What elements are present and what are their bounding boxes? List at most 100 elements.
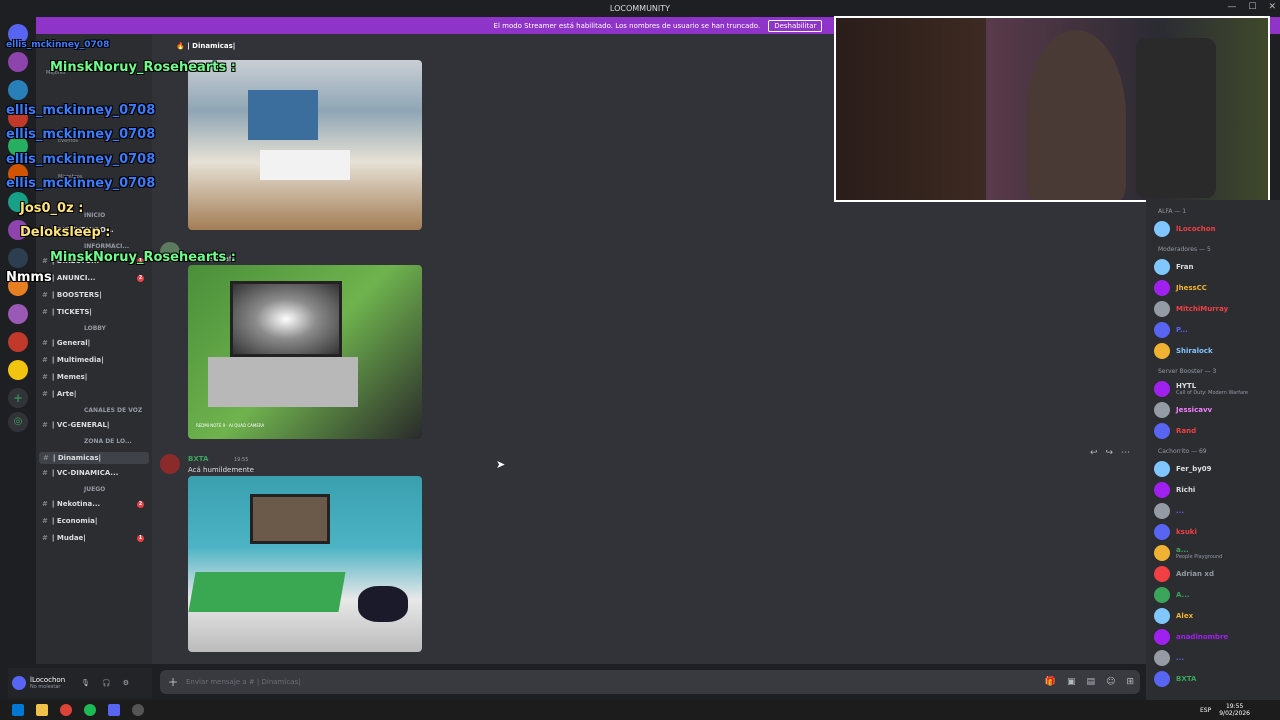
channel-item[interactable]: # | TICKETS| xyxy=(42,308,92,316)
channel-item[interactable]: # | Nekotina... 2 xyxy=(42,500,144,508)
add-attachment-icon[interactable]: + xyxy=(168,675,178,689)
member-item[interactable]: Rand xyxy=(1154,423,1196,439)
attachment-image-room[interactable] xyxy=(188,60,422,230)
sticker-icon[interactable]: ▤ xyxy=(1087,677,1096,687)
member-item[interactable]: Shiralock xyxy=(1154,343,1213,359)
channel-item[interactable]: # | Economia| xyxy=(42,517,97,525)
channel-item[interactable]: # | VC-DINAMICA... xyxy=(42,469,118,477)
discord-icon[interactable] xyxy=(108,704,120,716)
channel-category[interactable]: INFORMACI... xyxy=(84,243,129,250)
tray-time[interactable]: 19:55 xyxy=(1219,703,1250,710)
headphones-icon[interactable]: 🎧 xyxy=(102,679,111,687)
mic-icon[interactable]: 🎙 xyxy=(81,679,90,687)
file-explorer-icon[interactable] xyxy=(36,704,48,716)
attachment-image-setup[interactable] xyxy=(188,476,422,652)
hash-icon: # xyxy=(42,390,48,398)
member-item[interactable]: P... xyxy=(1154,322,1188,338)
member-item[interactable]: ksuki xyxy=(1154,524,1197,540)
channel-label: | VC-GENERAL| xyxy=(51,421,110,429)
obs-icon[interactable] xyxy=(132,704,144,716)
channel-item[interactable]: # | Multimedia| xyxy=(42,356,104,364)
server-icon[interactable] xyxy=(8,304,28,324)
member-item[interactable]: a... People Playground xyxy=(1154,545,1222,561)
member-item[interactable]: HYTL Call of Duty: Modern Warfare xyxy=(1154,381,1248,397)
member-item[interactable]: Alex xyxy=(1154,608,1193,624)
tray-date[interactable]: 9/02/2026 xyxy=(1219,710,1250,717)
hash-icon: # xyxy=(42,469,48,477)
avatar xyxy=(1154,343,1170,359)
add-server-icon[interactable]: + xyxy=(8,388,28,408)
chrome-icon[interactable] xyxy=(60,704,72,716)
channel-item[interactable]: # | VC-GENERAL| xyxy=(42,421,109,429)
avatar[interactable] xyxy=(160,454,180,474)
member-item[interactable]: ... xyxy=(1154,650,1184,666)
channel-category[interactable]: JUEGO xyxy=(84,486,105,493)
overlay-chat-user: ellis_mckinney_0708 xyxy=(6,103,156,118)
start-icon[interactable] xyxy=(12,704,24,716)
gift-icon[interactable]: 🎁 xyxy=(1045,677,1056,687)
channel-item[interactable]: # | General| xyxy=(42,339,90,347)
tray-lang[interactable]: ESP xyxy=(1200,707,1211,714)
explore-icon[interactable]: ◎ xyxy=(8,412,28,432)
member-item[interactable]: JhessCC xyxy=(1154,280,1207,296)
server-icon[interactable] xyxy=(8,360,28,380)
member-category: Server Booster — 3 xyxy=(1158,368,1217,375)
forward-icon[interactable]: ↪ xyxy=(1106,448,1114,458)
overlay-chat-user: ellis_mckinney_0708 xyxy=(6,40,110,50)
gif-icon[interactable]: ▣ xyxy=(1067,677,1076,687)
attachment-image-laptop[interactable]: REDMI NOTE 9 · AI QUAD CAMERA xyxy=(188,265,422,439)
member-item[interactable]: Fran xyxy=(1154,259,1194,275)
disable-streamer-button[interactable]: Deshabilitar xyxy=(768,19,823,32)
member-name: Jessicavv xyxy=(1176,406,1213,414)
member-item[interactable]: lLocochon xyxy=(1154,221,1216,237)
message-composer[interactable]: + Enviar mensaje a # | Dinamicas| 🎁 ▣ ▤ … xyxy=(160,670,1140,694)
minimize-icon[interactable]: — xyxy=(1227,2,1236,12)
channel-item[interactable]: # | Mudae| 1 xyxy=(42,534,144,542)
hash-icon: # xyxy=(42,373,48,381)
hash-icon: # xyxy=(42,534,48,542)
channel-item[interactable]: # | Dinamicas| xyxy=(39,452,149,464)
hash-icon: # xyxy=(42,257,48,265)
hash-icon: # xyxy=(42,500,48,508)
member-item[interactable]: A... xyxy=(1154,587,1190,603)
channel-label: | BOOSTERS| xyxy=(51,291,102,299)
emoji-icon[interactable]: ☺ xyxy=(1106,677,1115,687)
member-name: Rand xyxy=(1176,427,1197,435)
avatar xyxy=(1154,381,1170,397)
member-item[interactable]: BXTA xyxy=(1154,671,1196,687)
avatar xyxy=(1154,259,1170,275)
hash-icon: # xyxy=(42,356,48,364)
channel-category[interactable]: ZONA DE LO... xyxy=(84,438,132,445)
reply-icon[interactable]: ↩ xyxy=(1090,448,1098,458)
member-item[interactable]: Jessicavv xyxy=(1154,402,1212,418)
settings-gear-icon[interactable]: ⚙ xyxy=(123,679,129,687)
member-category: ALFA — 1 xyxy=(1158,208,1187,215)
member-item[interactable]: Richi xyxy=(1154,482,1195,498)
channel-category[interactable]: CANALES DE VOZ xyxy=(84,407,142,414)
overlay-chat-user: ellis_mckinney_0708 xyxy=(6,176,156,191)
message-author[interactable]: BXTA xyxy=(188,455,208,463)
channel-item[interactable]: # | Arte| xyxy=(42,390,76,398)
channel-item[interactable]: # | Memes| xyxy=(42,373,87,381)
channel-category[interactable]: INICIO xyxy=(84,212,105,219)
member-item[interactable]: Fer_by09 xyxy=(1154,461,1212,477)
channel-label: | ANUNCI... xyxy=(51,274,96,282)
close-icon[interactable]: ✕ xyxy=(1268,2,1276,12)
member-item[interactable]: Adrian xd xyxy=(1154,566,1214,582)
spotify-icon[interactable] xyxy=(84,704,96,716)
avatar[interactable] xyxy=(12,676,26,690)
member-item[interactable]: MitchiMurray xyxy=(1154,301,1228,317)
server-icon[interactable] xyxy=(8,52,28,72)
avatar xyxy=(1154,608,1170,624)
message-time: 19:55 xyxy=(234,457,249,463)
server-icon[interactable] xyxy=(8,248,28,268)
channel-item[interactable]: # | BOOSTERS| xyxy=(42,291,102,299)
maximize-icon[interactable]: ☐ xyxy=(1248,2,1256,12)
server-icon[interactable] xyxy=(8,332,28,352)
server-icon[interactable] xyxy=(8,80,28,100)
member-item[interactable]: anadinombre xyxy=(1154,629,1228,645)
more-icon[interactable]: ⋯ xyxy=(1121,448,1130,458)
channel-category[interactable]: LOBBY xyxy=(84,325,106,332)
member-item[interactable]: ... xyxy=(1154,503,1184,519)
apps-icon[interactable]: ⊞ xyxy=(1126,677,1134,687)
